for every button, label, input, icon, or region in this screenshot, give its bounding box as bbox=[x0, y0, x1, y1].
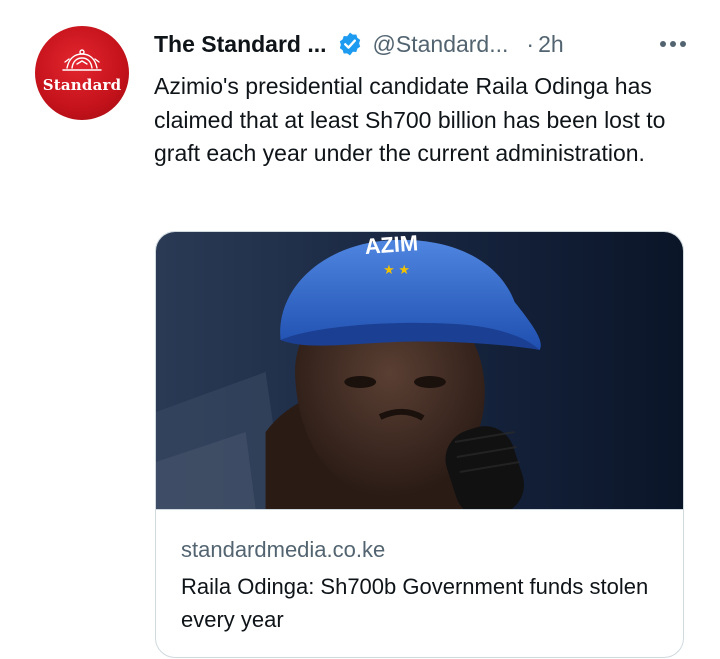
tweet[interactable]: Standard The Standard ... @Standard... ·… bbox=[0, 0, 720, 659]
link-card[interactable]: AZIM ★ ★ standardmedia.co.ke Raila Oding… bbox=[155, 231, 684, 658]
more-button[interactable] bbox=[656, 30, 690, 58]
avatar-logo-text: Standard bbox=[42, 76, 122, 94]
card-title[interactable]: Raila Odinga: Sh700b Government funds st… bbox=[181, 570, 661, 636]
tweet-header: The Standard ... @Standard... · 2h bbox=[154, 28, 690, 60]
tweet-text: Azimio's presidential candidate Raila Od… bbox=[154, 73, 666, 166]
standard-crest-icon bbox=[62, 49, 102, 71]
timestamp[interactable]: 2h bbox=[538, 31, 564, 58]
card-divider bbox=[156, 509, 683, 510]
card-domain: standardmedia.co.ke bbox=[181, 537, 386, 562]
svg-text:★ ★: ★ ★ bbox=[383, 262, 410, 277]
card-image[interactable]: AZIM ★ ★ bbox=[156, 232, 683, 509]
more-dots-icon bbox=[660, 41, 686, 47]
cap-text: AZIM bbox=[364, 232, 419, 259]
verified-badge-icon bbox=[339, 32, 360, 56]
separator-dot: · bbox=[526, 30, 535, 57]
handle[interactable]: @Standard... bbox=[373, 31, 509, 58]
avatar[interactable]: Standard bbox=[35, 26, 129, 120]
display-name[interactable]: The Standard ... bbox=[154, 31, 327, 58]
